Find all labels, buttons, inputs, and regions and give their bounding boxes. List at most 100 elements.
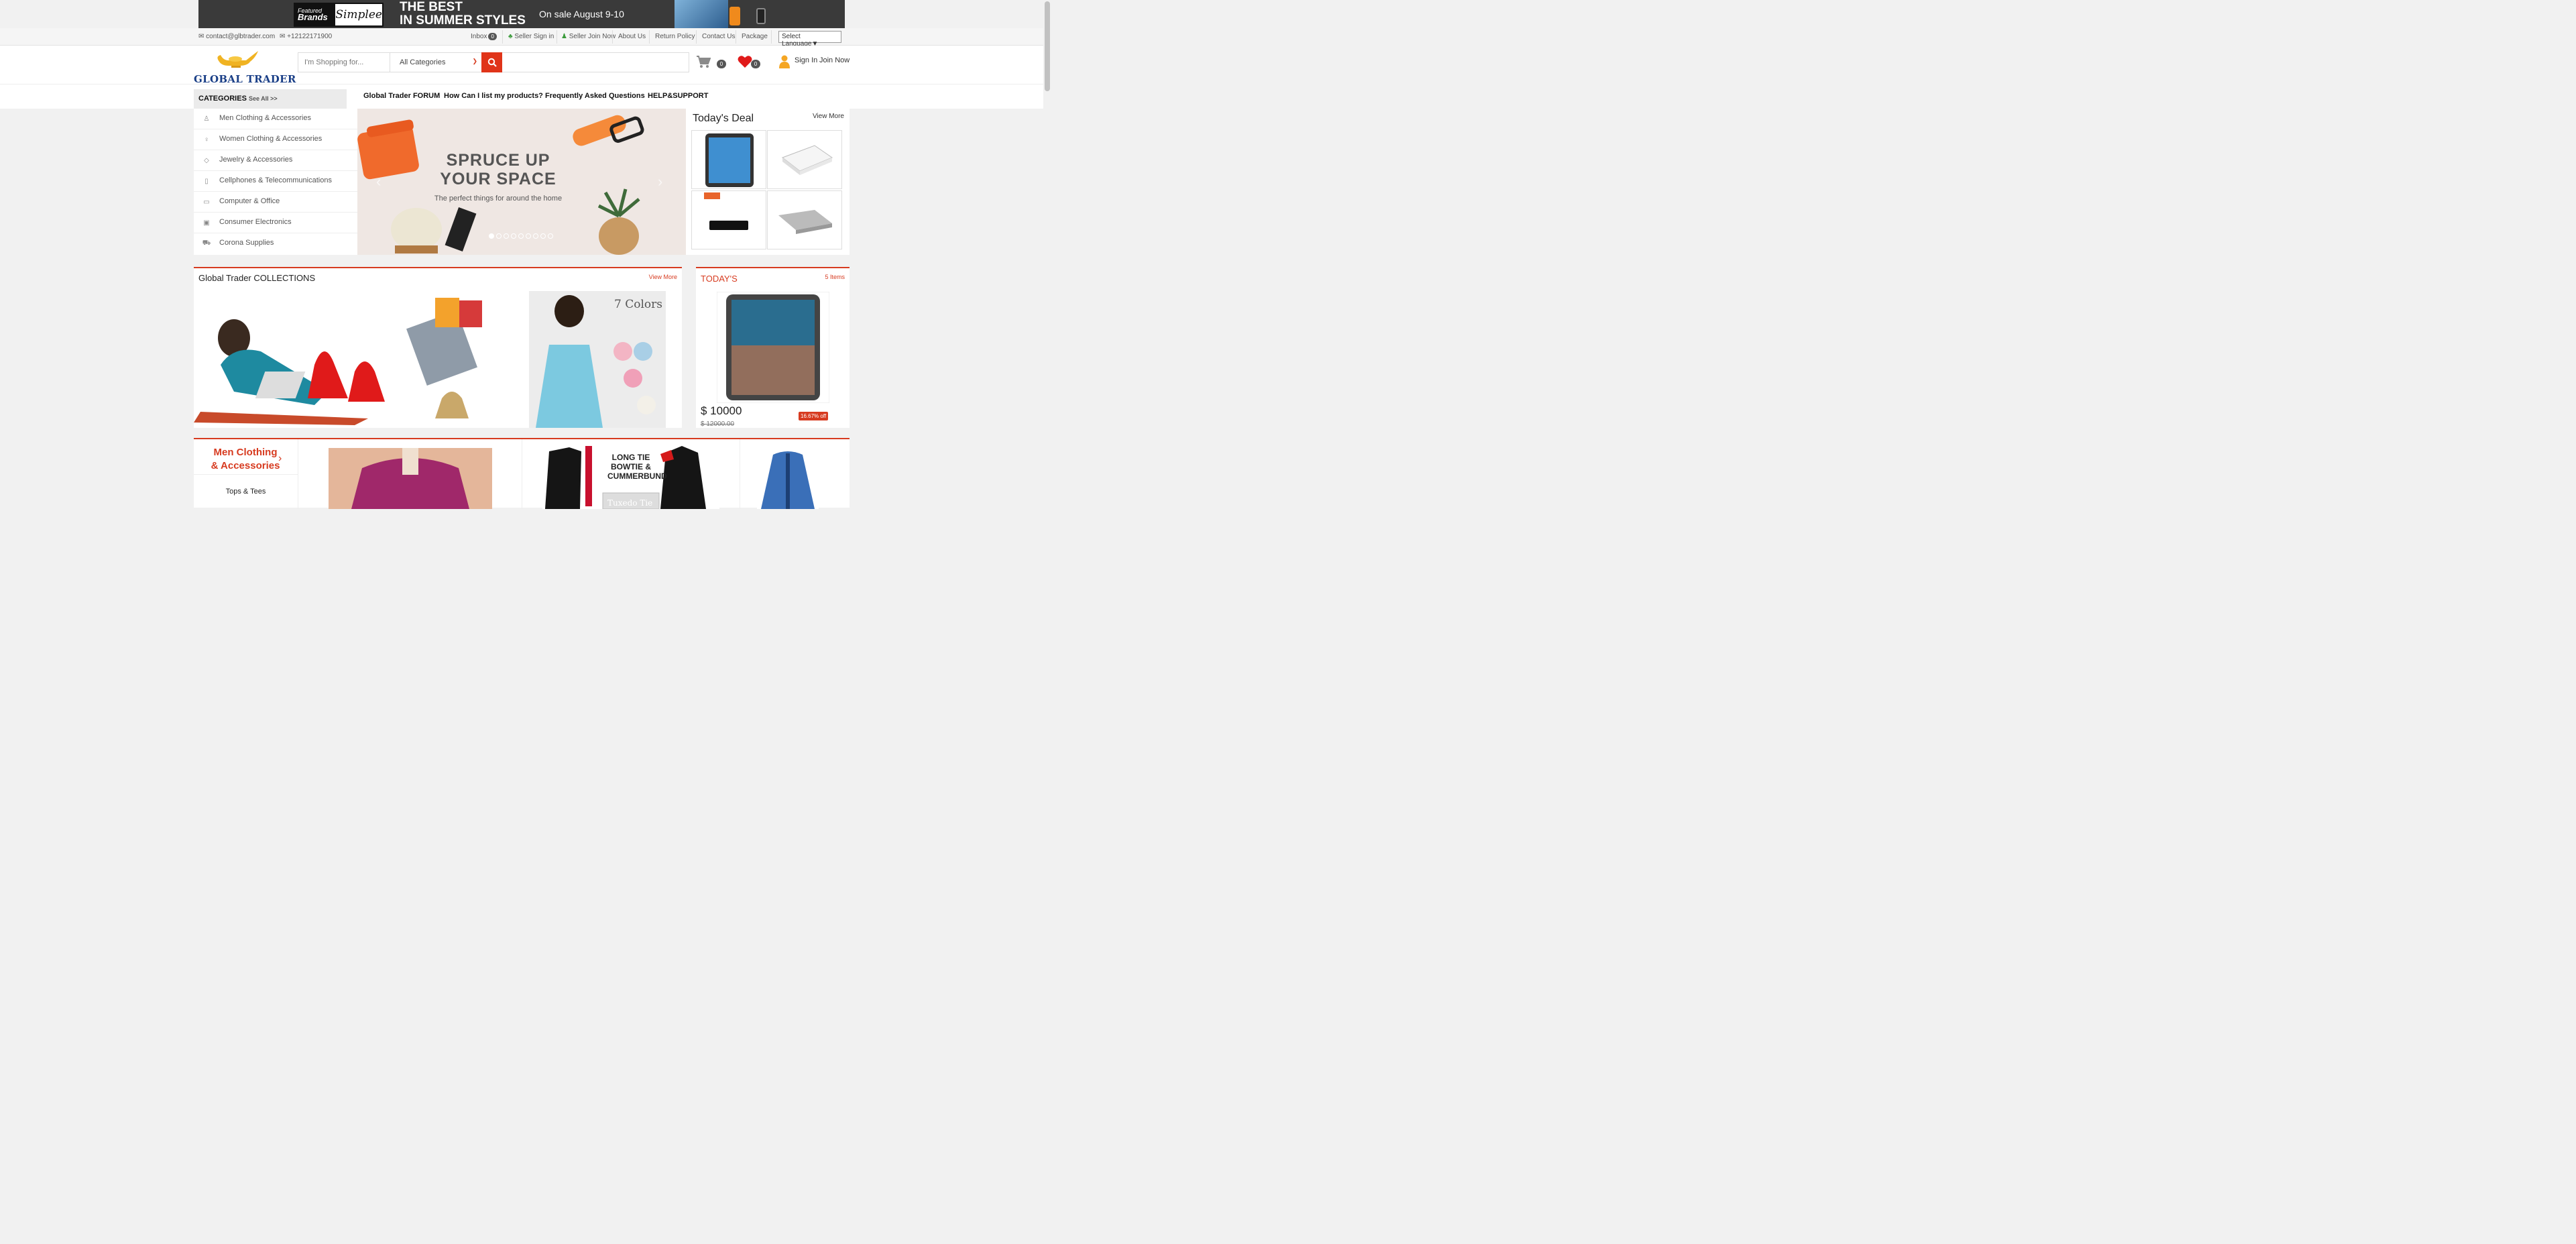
banner-cup-image-2 [756, 8, 766, 24]
slide-title-line-2: YOUR SPACE [440, 170, 557, 188]
shopping-woman-image[interactable] [194, 291, 495, 428]
category-label: Men Clothing & Accessories [219, 114, 311, 122]
search-bar: All Categories ❯ [298, 52, 689, 72]
simplee-brand: Simplee [335, 8, 382, 21]
site-logo[interactable]: GLOBAL TRADER [194, 47, 296, 85]
deal-product-tile[interactable] [691, 130, 766, 189]
girl-dress-image[interactable] [529, 291, 666, 428]
diamond-icon: ◇ [204, 156, 209, 164]
men-vest-image[interactable] [329, 448, 492, 509]
search-button[interactable] [481, 52, 502, 72]
nav-help-support-link[interactable]: HELP&SUPPORT [648, 92, 708, 100]
banner-cup-image [729, 7, 740, 25]
todays-product-image[interactable] [717, 292, 829, 403]
slide-title-line-1: SPRUCE UP [446, 151, 550, 170]
slide-title: SPRUCE UP YOUR SPACE [424, 151, 572, 188]
slider-dot[interactable] [504, 233, 509, 239]
search-icon [487, 58, 497, 67]
account-icon [779, 55, 790, 70]
language-select[interactable]: Select Language▼ [778, 31, 841, 48]
todays-old-price: $ 12000.00 [701, 420, 735, 428]
slider-prev-arrow-icon[interactable]: ‹ [376, 173, 381, 190]
join-now-link[interactable]: Join Now [819, 56, 850, 64]
category-item[interactable]: ♀ Women Clothing & Accessories [194, 129, 357, 150]
sign-in-link[interactable]: Sign In [795, 56, 817, 64]
speaker-image [778, 210, 832, 234]
hero-slider[interactable]: SPRUCE UP YOUR SPACE The perfect things … [357, 109, 686, 255]
todays-deal-title: Today's Deal [693, 113, 754, 124]
collections-view-more-link[interactable]: View More [649, 274, 677, 280]
wishlist-button[interactable] [738, 55, 752, 70]
deal-product-tile[interactable] [767, 190, 842, 249]
paw-icon: ♣ [508, 33, 513, 40]
category-item[interactable]: ◇ Jewelry & Accessories [194, 150, 357, 171]
network-switch-image [781, 145, 833, 175]
slider-dot[interactable] [540, 233, 546, 239]
envelope-icon: ✉ [198, 33, 204, 40]
slider-dot[interactable] [526, 233, 531, 239]
return-policy-link[interactable]: Return Policy [655, 33, 695, 40]
about-us-link[interactable]: About Us [618, 33, 646, 40]
deal-product-tile[interactable] [691, 190, 766, 249]
todays-items-count[interactable]: 5 Items [825, 274, 845, 280]
slider-dot[interactable] [489, 233, 494, 239]
slider-dot[interactable] [496, 233, 502, 239]
banner-headline-2: IN SUMMER STYLES [400, 13, 526, 27]
inbox-link[interactable]: Inbox 0 [471, 33, 497, 40]
tablet-image [705, 133, 754, 187]
cart-button[interactable] [696, 55, 711, 70]
envelope-icon: ✉ [280, 33, 286, 40]
contact-phone[interactable]: ✉ +12122171900 [280, 33, 332, 40]
category-item[interactable]: ▭ Computer & Office [194, 192, 357, 213]
todays-deal-panel: Today's Deal View More [686, 109, 850, 255]
contact-us-link[interactable]: Contact Us [702, 33, 735, 40]
slider-dot[interactable] [533, 233, 538, 239]
nav-faq-link[interactable]: Frequently Asked Questions [545, 92, 645, 100]
contact-email[interactable]: ✉ contact@glbtrader.com [198, 33, 275, 40]
todays-price: $ 10000 [701, 404, 742, 417]
seller-signin-link[interactable]: ♣ Seller Sign in [508, 33, 554, 40]
tie-text-3: CUMMERBUND [607, 471, 667, 481]
package-link[interactable]: Package [742, 33, 768, 40]
categories-header[interactable]: CATEGORIES See All >> [194, 89, 347, 109]
promo-banner[interactable]: Featured Brands Simplee THE BEST IN SUMME… [198, 0, 845, 28]
slider-dot[interactable] [511, 233, 516, 239]
site-header: GLOBAL TRADER All Categories ❯ 0 0 [0, 46, 1043, 85]
chevron-down-icon: ❯ [472, 58, 477, 64]
seller-signin-label: Seller Sign in [514, 33, 554, 40]
see-all-link[interactable]: See All >> [249, 95, 278, 102]
slider-dot[interactable] [518, 233, 524, 239]
men-section-title[interactable]: Men Clothing & Accessories [200, 446, 290, 473]
cart-icon [697, 56, 711, 68]
slider-dots [489, 233, 553, 239]
discount-badge: 16.67% off [799, 412, 829, 420]
category-item[interactable]: ▯ Cellphones & Telecommunications [194, 171, 357, 192]
slider-next-arrow-icon[interactable]: › [658, 173, 662, 190]
banner-model-image [675, 0, 728, 28]
men-title-line-1: Men Clothing [213, 447, 278, 458]
category-label: Cellphones & Telecommunications [219, 176, 332, 184]
category-label: Jewelry & Accessories [219, 156, 293, 164]
phone-text: +12122171900 [287, 33, 333, 40]
denim-jacket-image[interactable] [757, 448, 819, 509]
deal-view-more-link[interactable]: View More [813, 113, 844, 120]
category-item[interactable]: ▣ Consumer Electronics [194, 213, 357, 233]
men-subcategory-list: Tops & Tees [194, 474, 298, 509]
deal-product-tile[interactable] [767, 130, 842, 189]
cart-count-badge: 0 [717, 60, 726, 68]
category-label: Consumer Electronics [219, 218, 292, 226]
category-item[interactable]: ♙ Men Clothing & Accessories [194, 109, 357, 129]
slider-dot[interactable] [548, 233, 553, 239]
slide-subtitle: The perfect things for around the home [434, 194, 563, 203]
search-input[interactable] [298, 53, 390, 72]
subcategory-tops-tees[interactable]: Tops & Tees [194, 488, 298, 496]
category-label: Computer & Office [219, 197, 280, 205]
nav-list-products-link[interactable]: How Can I list my products? [444, 92, 543, 100]
category-select[interactable]: All Categories ❯ [390, 53, 481, 72]
chevron-right-icon[interactable]: › [278, 453, 282, 465]
seller-join-link[interactable]: ♟ Seller Join Now [561, 33, 616, 40]
nav-forum-link[interactable]: Global Trader FORUM [363, 92, 440, 100]
category-item[interactable]: ⛟ Corona Supplies [194, 233, 357, 254]
men-clothing-section: Men Clothing & Accessories › Tops & Tees… [194, 438, 850, 509]
scrollbar-thumb[interactable] [1045, 1, 1050, 91]
